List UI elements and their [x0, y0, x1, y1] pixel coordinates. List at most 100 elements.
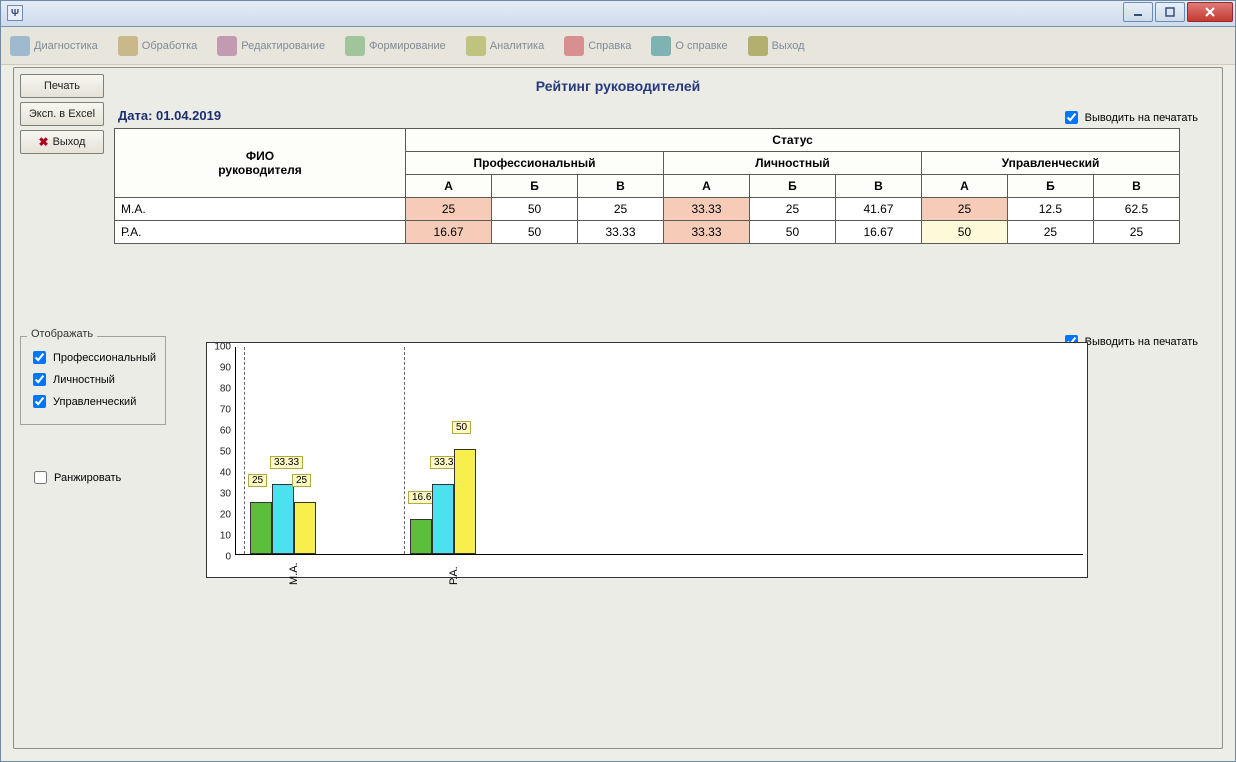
y-tick: 70: [207, 405, 235, 416]
display-filter-checkbox[interactable]: [33, 351, 46, 364]
content-area: Печать Эксп. в Excel ✖ Выход Рейтинг рук…: [13, 67, 1223, 749]
close-icon: ✖: [39, 131, 49, 153]
x-tick-label: М.А.: [288, 562, 300, 585]
toolbar-item[interactable]: Обработка: [113, 30, 208, 62]
toolbar-label: Справка: [588, 40, 631, 52]
data-cell: 25: [1093, 221, 1179, 244]
toolbar-label: Обработка: [142, 40, 197, 52]
display-filter-checkbox[interactable]: [33, 373, 46, 386]
y-tick: 100: [207, 342, 235, 353]
page-title: Рейтинг руководителей: [14, 78, 1222, 94]
bar-value-label: 25: [292, 474, 311, 487]
y-tick: 40: [207, 468, 235, 479]
toolbar-item[interactable]: Редактирование: [212, 30, 336, 62]
bar-value-label: 25: [248, 474, 267, 487]
data-cell: 62.5: [1093, 198, 1179, 221]
exit-button-label: Выход: [53, 131, 86, 153]
data-cell: 50: [492, 221, 578, 244]
sub-header: Б: [1007, 175, 1093, 198]
display-filter[interactable]: Управленческий: [29, 392, 159, 411]
chart-bar: [410, 519, 432, 554]
table-row: М.А.25502533.332541.672512.562.5: [115, 198, 1180, 221]
toolbar-icon: [651, 36, 671, 56]
minimize-button[interactable]: [1123, 2, 1153, 22]
sub-header: В: [835, 175, 921, 198]
toolbar-item[interactable]: Выход: [743, 30, 816, 62]
toolbar-label: Формирование: [369, 40, 446, 52]
display-group: Отображать ПрофессиональныйЛичностныйУпр…: [20, 336, 166, 425]
rating-table: ФИО руководителя Статус Профессиональный…: [114, 128, 1210, 244]
export-excel-button[interactable]: Эксп. в Excel: [20, 102, 104, 126]
data-cell: 50: [749, 221, 835, 244]
row-name: Р.А.: [115, 221, 406, 244]
print-toggle-top[interactable]: Выводить на печатать: [1061, 108, 1198, 127]
sub-header: Б: [492, 175, 578, 198]
row-name: М.А.: [115, 198, 406, 221]
data-cell: 41.67: [835, 198, 921, 221]
data-cell: 50: [492, 198, 578, 221]
display-filter[interactable]: Профессиональный: [29, 348, 159, 367]
chart-bar: [272, 484, 294, 554]
data-cell: 16.67: [406, 221, 492, 244]
y-tick: 10: [207, 531, 235, 542]
chart-bar: [454, 449, 476, 554]
sub-header: А: [406, 175, 492, 198]
display-group-legend: Отображать: [27, 328, 97, 340]
y-tick: 20: [207, 510, 235, 521]
bar-value-label: 33.33: [270, 456, 303, 469]
group-header: Профессиональный: [406, 152, 664, 175]
toolbar-item[interactable]: Диагностика: [5, 30, 109, 62]
toolbar-icon: [217, 36, 237, 56]
toolbar-label: Аналитика: [490, 40, 544, 52]
print-toggle-top-checkbox[interactable]: [1065, 111, 1078, 124]
col-header-status: Статус: [406, 129, 1180, 152]
group-header: Личностный: [664, 152, 922, 175]
chart-bar: [250, 502, 272, 555]
toolbar-icon: [10, 36, 30, 56]
data-cell: 25: [1007, 221, 1093, 244]
group-header: Управленческий: [921, 152, 1179, 175]
y-tick: 0: [207, 552, 235, 563]
data-cell: 33.33: [664, 221, 750, 244]
display-filter-label: Профессиональный: [53, 352, 156, 364]
data-cell: 25: [578, 198, 664, 221]
main-toolbar: Диагностика Обработка Редактирование Формир…: [1, 27, 1235, 65]
sub-header: А: [921, 175, 1007, 198]
data-cell: 25: [406, 198, 492, 221]
toolbar-item[interactable]: О справке: [646, 30, 738, 62]
toolbar-label: Выход: [772, 40, 805, 52]
chart-bar: [432, 484, 454, 554]
rank-checkbox[interactable]: [34, 471, 47, 484]
toolbar-item[interactable]: Справка: [559, 30, 642, 62]
print-toggle-top-label: Выводить на печатать: [1085, 112, 1198, 124]
sub-header: А: [664, 175, 750, 198]
toolbar-label: Диагностика: [34, 40, 98, 52]
date-label: Дата: 01.04.2019: [118, 108, 221, 123]
display-filter-label: Личностный: [53, 374, 115, 386]
data-cell: 25: [921, 198, 1007, 221]
close-button[interactable]: [1187, 2, 1233, 22]
sub-header: Б: [749, 175, 835, 198]
display-filter-label: Управленческий: [53, 396, 136, 408]
maximize-button[interactable]: [1155, 2, 1185, 22]
chart-separator: [244, 347, 245, 554]
toolbar-item[interactable]: Формирование: [340, 30, 457, 62]
toolbar-item[interactable]: Аналитика: [461, 30, 555, 62]
title-bar: Ψ: [1, 1, 1235, 27]
exit-button[interactable]: ✖ Выход: [20, 130, 104, 154]
toolbar-label: О справке: [675, 40, 727, 52]
data-cell: 25: [749, 198, 835, 221]
data-cell: 50: [921, 221, 1007, 244]
print-toggle-chart-label: Выводить на печатать: [1085, 336, 1198, 348]
rank-toggle[interactable]: Ранжировать: [30, 468, 121, 487]
table-row: Р.А.16.675033.3333.335016.67502525: [115, 221, 1180, 244]
y-tick: 50: [207, 447, 235, 458]
chart-separator: [404, 347, 405, 554]
chart-bar: [294, 502, 316, 555]
data-cell: 33.33: [664, 198, 750, 221]
toolbar-icon: [564, 36, 584, 56]
display-filter-checkbox[interactable]: [33, 395, 46, 408]
data-cell: 16.67: [835, 221, 921, 244]
data-cell: 12.5: [1007, 198, 1093, 221]
display-filter[interactable]: Личностный: [29, 370, 159, 389]
